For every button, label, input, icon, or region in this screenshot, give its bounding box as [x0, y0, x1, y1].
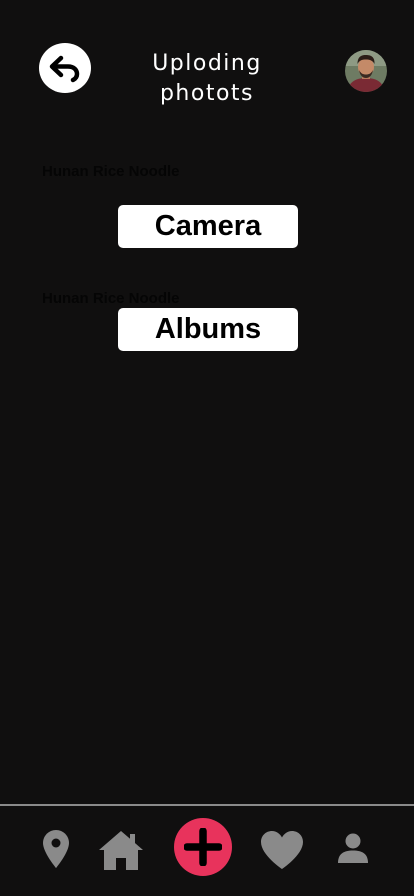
back-button[interactable] [39, 43, 91, 93]
location-pin-icon [43, 830, 69, 868]
bottom-nav-divider [0, 804, 414, 806]
nav-profile-button[interactable] [336, 831, 370, 865]
page-title: Uploding photots [152, 51, 262, 106]
add-icon [184, 828, 222, 866]
nav-location-button[interactable] [38, 828, 74, 870]
item-label: Hunan Rice Noodle [42, 290, 180, 307]
item-label: Hunan Rice Noodle [42, 163, 180, 180]
person-icon [338, 833, 368, 863]
camera-button[interactable]: Camera [118, 205, 298, 248]
user-avatar-icon [345, 50, 387, 92]
back-arrow-icon [49, 55, 80, 83]
upload-photos-screen: Uploding photots Hunan Rice Noodle Hunan… [0, 0, 414, 896]
nav-add-button[interactable] [174, 818, 232, 876]
albums-button[interactable]: Albums [118, 308, 298, 351]
nav-home-button[interactable] [98, 828, 144, 872]
home-icon [99, 831, 143, 870]
nav-favorites-button[interactable] [259, 830, 304, 870]
heart-icon [260, 831, 303, 869]
avatar[interactable] [345, 50, 387, 92]
